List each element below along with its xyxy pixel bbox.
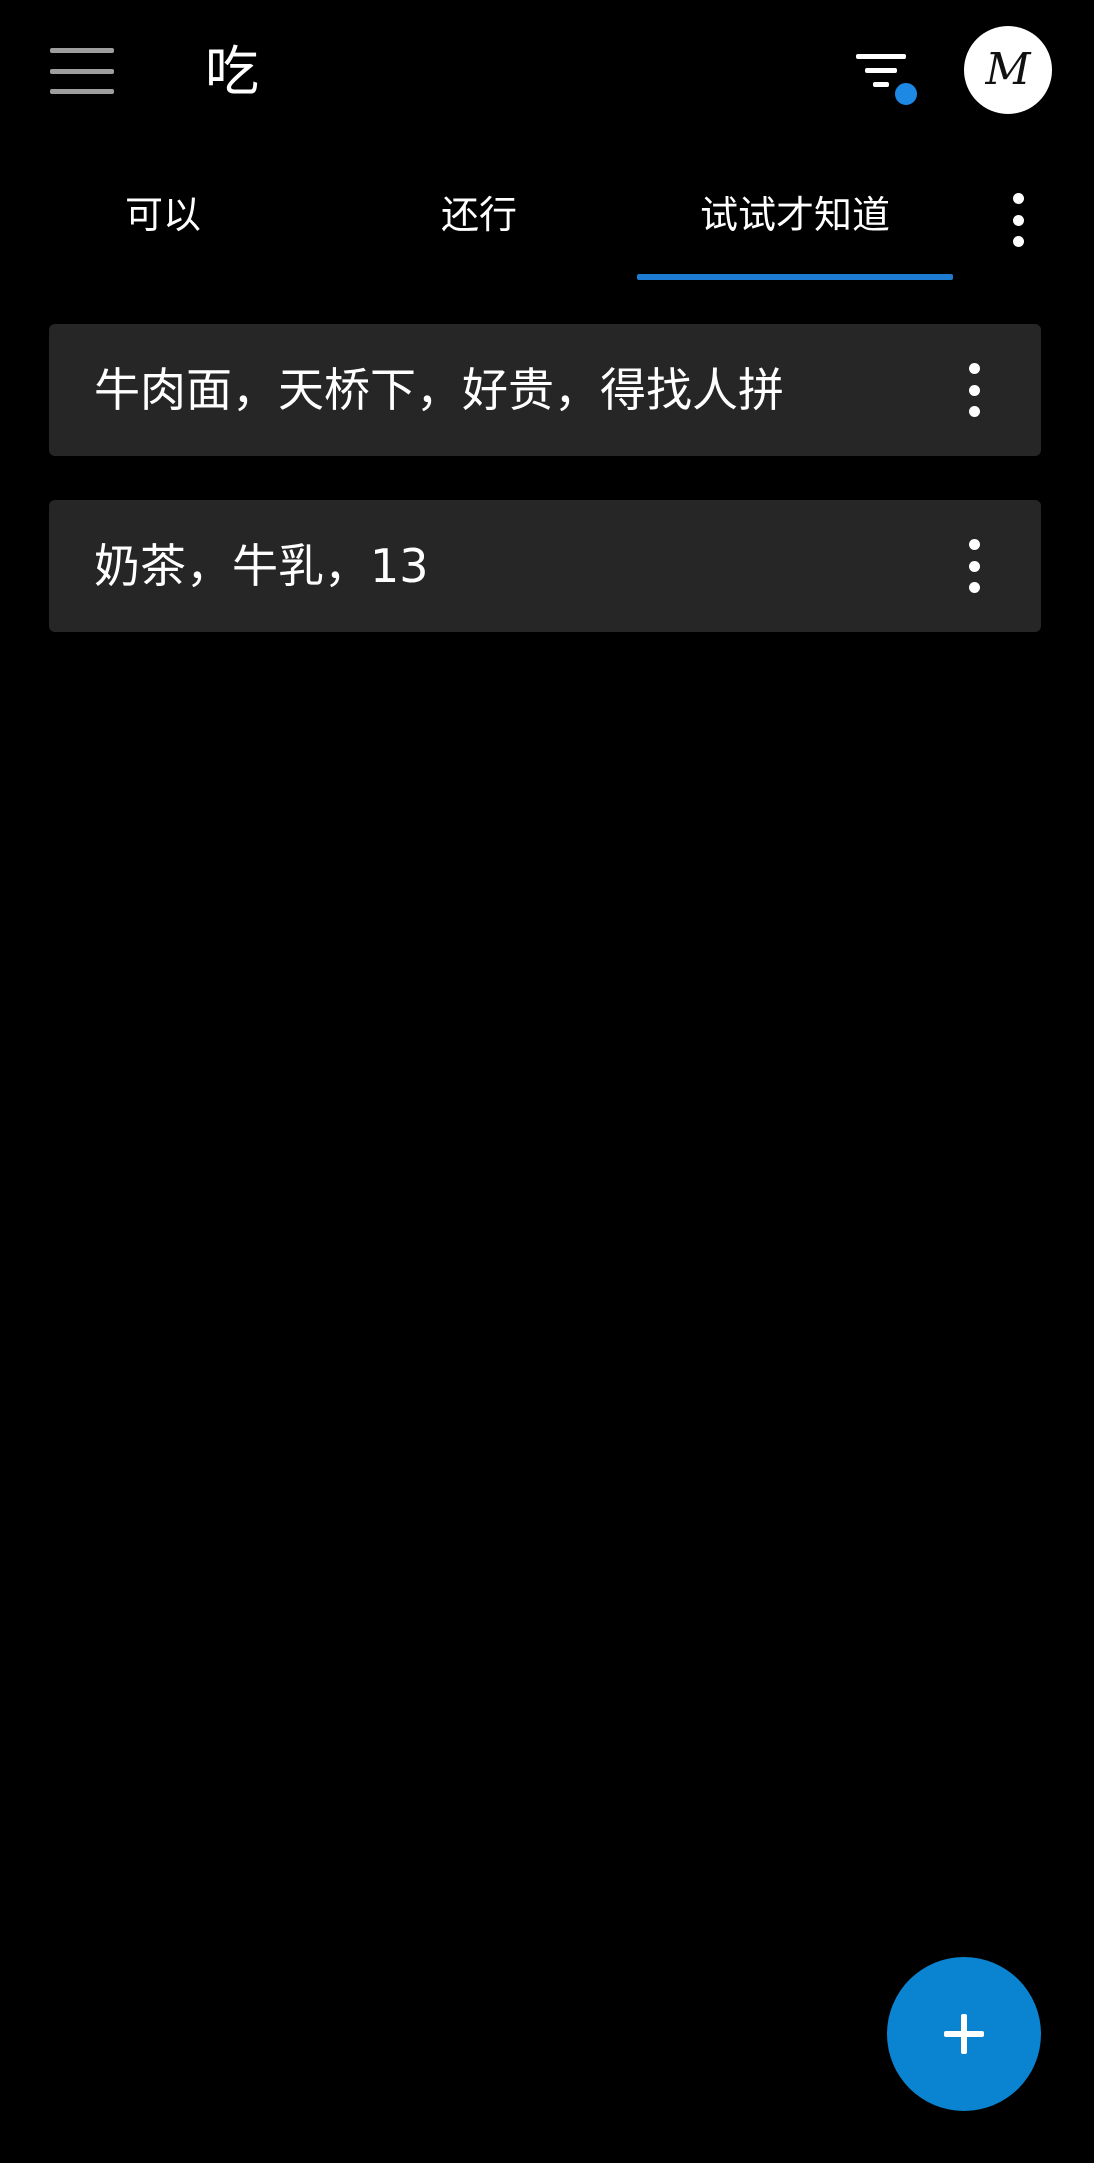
filter-badge xyxy=(892,80,920,108)
more-vertical-icon[interactable] xyxy=(964,539,984,593)
list-item[interactable]: 奶茶，牛乳，13 xyxy=(49,500,1041,632)
tab-keyi[interactable]: 可以 xyxy=(5,160,321,280)
plus-icon xyxy=(961,2014,967,2054)
add-button[interactable] xyxy=(887,1957,1041,2111)
tab-shishicaizhidao[interactable]: 试试才知道 xyxy=(637,160,953,280)
hamburger-menu-icon[interactable] xyxy=(50,48,114,94)
avatar[interactable]: M xyxy=(964,26,1052,114)
item-list: 牛肉面，天桥下，好贵，得找人拼 奶茶，牛乳，13 xyxy=(49,324,1041,676)
more-vertical-icon[interactable] xyxy=(964,363,984,417)
tab-haixing[interactable]: 还行 xyxy=(321,160,637,280)
filter-icon[interactable] xyxy=(850,46,920,108)
tab-bar: 可以 还行 试试才知道 xyxy=(0,160,1094,280)
list-item[interactable]: 牛肉面，天桥下，好贵，得找人拼 xyxy=(49,324,1041,456)
page-title: 吃 xyxy=(205,40,259,103)
list-item-text: 牛肉面，天桥下，好贵，得找人拼 xyxy=(94,363,784,417)
list-item-text: 奶茶，牛乳，13 xyxy=(94,539,429,593)
tab-indicator xyxy=(637,274,953,280)
app-bar: 吃 M xyxy=(0,0,1094,150)
more-vertical-icon[interactable] xyxy=(1008,193,1028,247)
